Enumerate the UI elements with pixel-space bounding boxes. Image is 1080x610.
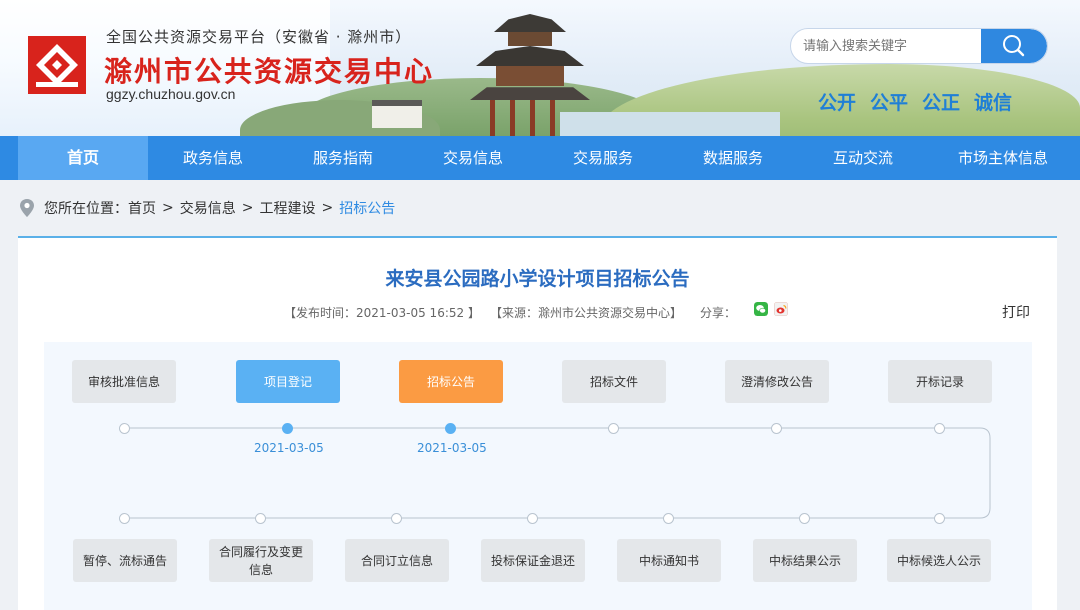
- breadcrumb-separator: >: [241, 200, 254, 216]
- slogan: 诚信: [974, 92, 1013, 114]
- flow-step-button[interactable]: 澄清修改公告: [725, 360, 829, 403]
- site-title[interactable]: 滁州市公共资源交易中心: [104, 50, 434, 90]
- nav-item-trade-info[interactable]: 交易信息: [408, 136, 538, 180]
- slogan: 公平: [870, 92, 909, 114]
- flow-step-node: [391, 513, 402, 524]
- nav-item-trade-service[interactable]: 交易服务: [538, 136, 668, 180]
- nav-item-service-guide[interactable]: 服务指南: [278, 136, 408, 180]
- print-button[interactable]: 打印: [1002, 302, 1030, 322]
- nav-item-home[interactable]: 首页: [18, 136, 148, 180]
- slogan: 公开: [818, 92, 857, 114]
- site-header: 全国公共资源交易平台（安徽省 · 滁州市） 滁州市公共资源交易中心 ggzy.c…: [0, 0, 1080, 136]
- nav-item-government-info[interactable]: 政务信息: [148, 136, 278, 180]
- flow-step-button[interactable]: 招标文件: [562, 360, 666, 403]
- magnifier-icon: [1003, 35, 1025, 57]
- flow-step-node: [445, 423, 456, 434]
- search-button[interactable]: [981, 29, 1047, 63]
- flow-step-node: [119, 423, 130, 434]
- flow-step-node: [527, 513, 538, 524]
- process-flow: 审核批准信息 项目登记 2021-03-05 招标公告 2021-03-05 招标文件 澄清…: [44, 342, 1032, 610]
- flow-step-button[interactable]: 合同订立信息: [345, 539, 449, 582]
- slogan-group: 公开 公平 公正 诚信: [818, 88, 1012, 115]
- flow-step-node: [255, 513, 266, 524]
- slogan: 公正: [922, 92, 961, 114]
- main-nav: 首页 政务信息 服务指南 交易信息 交易服务 数据服务 互动交流 市场主体信息: [0, 136, 1080, 180]
- flow-connector-curve: [979, 427, 991, 519]
- flow-step-button[interactable]: 暂停、流标通告: [73, 539, 177, 582]
- banner-pavilion-image: [470, 8, 590, 136]
- flow-step-node: [799, 513, 810, 524]
- article-source: 【来源：滁州市公共资源交易中心】: [490, 306, 683, 320]
- flow-step-button[interactable]: 招标公告: [399, 360, 503, 403]
- flow-step-date: 2021-03-05: [254, 441, 324, 455]
- flow-step-button[interactable]: 审核批准信息: [72, 360, 176, 403]
- flow-step-button[interactable]: 开标记录: [888, 360, 992, 403]
- flow-step-node: [282, 423, 293, 434]
- breadcrumb: 您所在位置： 首页 > 交易信息 > 工程建设 > 招标公告: [18, 198, 395, 218]
- flow-step-node: [771, 423, 782, 434]
- flow-step-node: [119, 513, 130, 524]
- search-bar: [790, 28, 1048, 64]
- flow-step-button[interactable]: 投标保证金退还: [481, 539, 585, 582]
- banner-house: [372, 100, 422, 128]
- breadcrumb-link-construction[interactable]: 工程建设: [259, 198, 315, 218]
- search-input[interactable]: [791, 29, 983, 63]
- house-diamond-logo[interactable]: [28, 36, 86, 94]
- article-panel: 来安县公园路小学设计项目招标公告 【发布时间：2021-03-05 16:52 …: [18, 236, 1057, 610]
- breadcrumb-prefix: 您所在位置：: [44, 201, 128, 217]
- breadcrumb-link-trade-info[interactable]: 交易信息: [180, 198, 236, 218]
- share-label: 分享：: [700, 306, 737, 320]
- breadcrumb-separator: >: [162, 200, 174, 216]
- wechat-icon[interactable]: [754, 302, 768, 316]
- flow-step-button[interactable]: 项目登记: [236, 360, 340, 403]
- publish-time: 【发布时间：2021-03-05 16:52 】: [284, 306, 480, 320]
- flow-step-date: 2021-03-05: [417, 441, 487, 455]
- location-pin-icon: [20, 199, 34, 217]
- site-domain: ggzy.chuzhou.gov.cn: [106, 86, 236, 102]
- breadcrumb-current[interactable]: 招标公告: [339, 198, 395, 218]
- flow-step-button[interactable]: 中标结果公示: [753, 539, 857, 582]
- flow-step-button[interactable]: 中标候选人公示: [887, 539, 991, 582]
- flow-step-node: [663, 513, 674, 524]
- flow-step-node: [934, 423, 945, 434]
- flow-step-node: [934, 513, 945, 524]
- platform-subtitle: 全国公共资源交易平台（安徽省 · 滁州市）: [106, 28, 412, 46]
- nav-item-interaction[interactable]: 互动交流: [798, 136, 928, 180]
- breadcrumb-separator: >: [321, 200, 334, 216]
- banner-water: [560, 112, 780, 136]
- flow-step-button[interactable]: 合同履行及变更信息: [209, 539, 313, 582]
- nav-item-market-entity[interactable]: 市场主体信息: [928, 136, 1078, 180]
- flow-step-node: [608, 423, 619, 434]
- nav-item-data-service[interactable]: 数据服务: [668, 136, 798, 180]
- breadcrumb-link-home[interactable]: 首页: [128, 198, 156, 218]
- flow-step-button[interactable]: 中标通知书: [617, 539, 721, 582]
- weibo-icon[interactable]: [774, 302, 788, 316]
- article-title: 来安县公园路小学设计项目招标公告: [385, 268, 690, 290]
